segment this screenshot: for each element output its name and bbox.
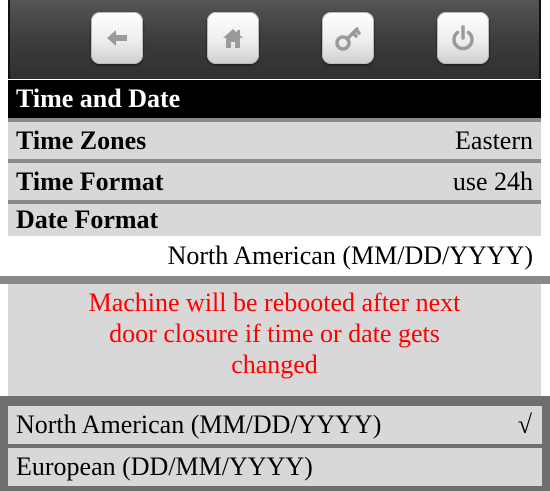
checkmark-icon: √ — [517, 410, 532, 439]
date-format-label: Date Format — [16, 205, 159, 234]
option-european[interactable]: European (DD/MM/YYYY) — [8, 448, 542, 486]
time-format-value: use 24h — [452, 167, 533, 196]
divider — [0, 276, 550, 284]
key-icon — [335, 27, 361, 51]
power-icon — [452, 25, 474, 51]
time-date-screen: Time and Date Time Zones Eastern Time Fo… — [0, 0, 550, 491]
arrow-left-icon — [107, 30, 127, 46]
option-north-american[interactable]: North American (MM/DD/YYYY) √ — [8, 406, 542, 444]
date-format-options: North American (MM/DD/YYYY) √ European (… — [0, 396, 550, 491]
option-label: European (DD/MM/YYYY) — [16, 452, 313, 481]
home-icon — [223, 29, 243, 48]
top-toolbar — [8, 0, 541, 79]
section-title: Time and Date — [8, 80, 541, 118]
back-button[interactable] — [91, 12, 143, 64]
reboot-warning: Machine will be rebooted after next door… — [8, 284, 541, 396]
time-zones-row[interactable]: Time Zones Eastern — [8, 122, 541, 159]
time-format-row[interactable]: Time Format use 24h — [8, 163, 541, 200]
time-zones-value: Eastern — [455, 126, 533, 155]
date-format-value: North American (MM/DD/YYYY) — [8, 236, 541, 276]
option-label: North American (MM/DD/YYYY) — [16, 410, 382, 439]
power-button[interactable] — [437, 12, 489, 64]
warning-line: changed — [231, 350, 318, 379]
key-button[interactable] — [322, 12, 374, 64]
time-zones-label: Time Zones — [16, 126, 147, 155]
home-button[interactable] — [207, 12, 259, 64]
warning-line: Machine will be rebooted after next — [88, 288, 461, 317]
time-format-label: Time Format — [16, 167, 164, 196]
date-format-row[interactable]: Date Format — [8, 200, 541, 236]
warning-line: door closure if time or date gets — [109, 319, 440, 348]
